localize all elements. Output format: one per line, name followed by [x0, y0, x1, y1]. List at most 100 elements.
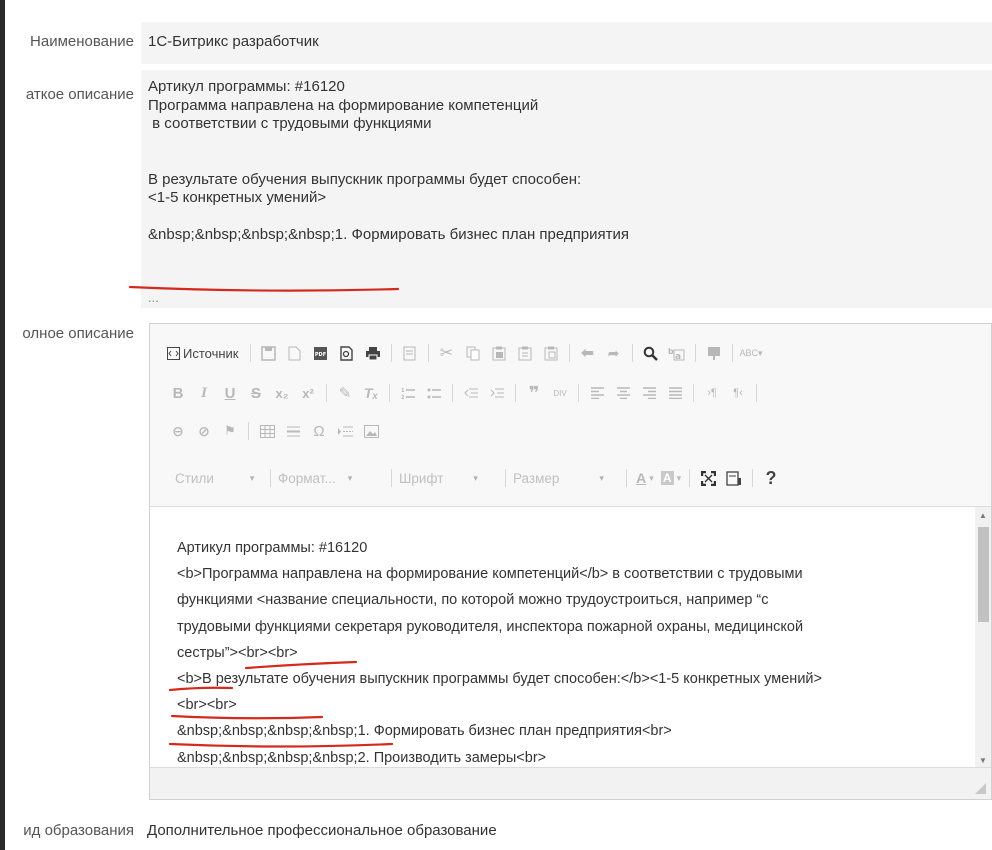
rtl-icon: ¶‹: [733, 387, 743, 399]
rtl-button[interactable]: ¶‹: [727, 382, 749, 404]
toolbar-separator: [270, 469, 271, 487]
outdent-button[interactable]: [460, 382, 482, 404]
export-pdf-button[interactable]: PDF: [310, 342, 332, 364]
redo-button[interactable]: ➦: [603, 342, 625, 364]
print-button[interactable]: [362, 342, 384, 364]
numbered-list-button[interactable]: 12: [397, 382, 419, 404]
save-button[interactable]: [258, 342, 280, 364]
toolbar-separator: [427, 344, 429, 362]
outdent-icon: [464, 388, 478, 397]
paste-text-button[interactable]: [514, 342, 536, 364]
toolbar-separator: [756, 384, 757, 402]
short-description-line: [148, 152, 629, 171]
bold-icon: B: [172, 384, 184, 402]
special-char-button[interactable]: Ω: [308, 420, 330, 442]
source-button[interactable]: Источник: [167, 342, 239, 364]
find-button[interactable]: [640, 342, 662, 364]
font-combo[interactable]: Шрифт ▾: [399, 467, 502, 489]
subscript-button[interactable]: x₂: [271, 382, 293, 404]
ltr-button[interactable]: ›¶: [701, 382, 723, 404]
toolbar-separator: [452, 384, 453, 402]
text-color-button[interactable]: A ▾: [634, 467, 656, 489]
copy-format-button[interactable]: ✎: [334, 382, 356, 404]
strike-button[interactable]: S: [245, 382, 267, 404]
horizontal-line-button[interactable]: [282, 420, 304, 442]
align-left-button[interactable]: [586, 382, 608, 404]
format-combo-label: Формат...: [278, 470, 336, 486]
replace-button[interactable]: ba: [666, 342, 688, 364]
preview-button[interactable]: [336, 342, 358, 364]
paste-icon: [492, 346, 505, 360]
templates-button[interactable]: [399, 342, 421, 364]
superscript-icon: x²: [302, 385, 314, 401]
cut-icon: ✂: [439, 345, 454, 362]
maximize-button[interactable]: [697, 467, 719, 489]
align-center-button[interactable]: [612, 382, 634, 404]
cut-button[interactable]: ✂: [436, 342, 458, 364]
table-button[interactable]: [256, 420, 278, 442]
toolbar-separator: [505, 469, 506, 487]
image-button[interactable]: [360, 420, 382, 442]
resize-grip-icon[interactable]: [975, 783, 987, 795]
format-combo[interactable]: Формат... ▾: [278, 467, 388, 489]
justify-button[interactable]: [664, 382, 686, 404]
italic-button[interactable]: I: [193, 382, 215, 404]
new-page-button[interactable]: [284, 342, 306, 364]
styles-combo[interactable]: Стили ▾: [175, 467, 267, 489]
show-blocks-button[interactable]: [723, 467, 745, 489]
indent-icon: [490, 388, 504, 397]
underline-button[interactable]: U: [219, 382, 241, 404]
editor-content-line: <b>Программа направлена на формирование …: [177, 566, 803, 583]
scroll-up-arrow-icon[interactable]: ▲: [975, 509, 991, 523]
link-button[interactable]: ⊖: [167, 420, 189, 442]
select-all-button[interactable]: [703, 342, 725, 364]
scroll-down-arrow-icon[interactable]: ▼: [975, 754, 991, 768]
redo-icon: ➦: [607, 344, 620, 361]
blockquote-button[interactable]: ❞: [523, 382, 545, 404]
text-color-icon: A: [636, 470, 647, 486]
superscript-button[interactable]: x²: [297, 382, 319, 404]
scrollbar-thumb[interactable]: [978, 527, 989, 622]
paste-word-icon: [544, 346, 557, 360]
help-button[interactable]: ?: [760, 467, 782, 489]
short-description-line: [148, 134, 629, 153]
editor-content-area[interactable]: Артикул программы: #16120 <b>Программа на…: [150, 506, 975, 768]
print-icon: [365, 346, 380, 360]
undo-button[interactable]: ⬅: [577, 342, 599, 364]
education-type-value: Дополнительное профессиональное образова…: [147, 822, 497, 839]
editor-content-line: функциями <название специальности, по ко…: [177, 592, 769, 609]
copy-button[interactable]: [462, 342, 484, 364]
toolbar-separator: [631, 344, 633, 362]
div-button[interactable]: DIV: [549, 382, 571, 404]
justify-icon: [668, 387, 682, 399]
bulleted-list-button[interactable]: [423, 382, 445, 404]
rich-text-editor[interactable]: Источник PDF ✂ ⬅ ➦ ba ABC▾ B I U S x₂ x²…: [149, 323, 992, 800]
education-type-field[interactable]: Дополнительное профессиональное образова…: [141, 812, 992, 850]
svg-text:PDF: PDF: [315, 352, 326, 358]
window-left-edge: [0, 0, 5, 850]
bold-button[interactable]: B: [167, 382, 189, 404]
preview-icon: [340, 345, 353, 361]
unlink-button[interactable]: ⊘: [193, 420, 215, 442]
size-combo[interactable]: Размер ▾: [513, 467, 623, 489]
short-description-field[interactable]: Артикул программы: #16120 Программа напра…: [141, 70, 992, 308]
spellcheck-button[interactable]: ABC▾: [740, 342, 763, 364]
short-description-ellipsis: ...: [148, 290, 159, 305]
short-description-text: Артикул программы: #16120 Программа напра…: [148, 78, 629, 245]
remove-format-button[interactable]: Tₓ: [360, 382, 382, 404]
indent-button[interactable]: [486, 382, 508, 404]
paste-button[interactable]: [488, 342, 510, 364]
blockquote-icon: ❞: [528, 382, 540, 403]
page-break-button[interactable]: [334, 420, 356, 442]
education-type-label: ид образования: [23, 822, 134, 839]
toolbar-row-formatting: B I U S x₂ x² ✎ Tₓ 12 ❞ DIV ›¶ ¶‹: [167, 382, 764, 404]
new-page-icon: [288, 346, 301, 360]
name-field[interactable]: 1С-Битрикс разработчик: [141, 22, 992, 64]
anchor-button[interactable]: ⚑: [219, 420, 241, 442]
bg-color-button[interactable]: A ▾: [660, 467, 682, 489]
paste-word-button[interactable]: [540, 342, 562, 364]
align-right-button[interactable]: [638, 382, 660, 404]
editor-scrollbar[interactable]: ▲ ▼: [975, 506, 991, 768]
anchor-icon: ⚑: [224, 423, 236, 438]
short-description-line: [148, 208, 629, 227]
